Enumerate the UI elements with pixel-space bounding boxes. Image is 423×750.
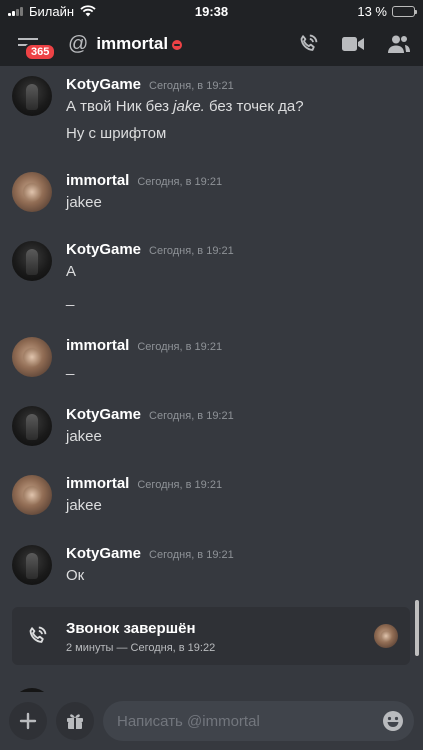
- menu-button[interactable]: 365: [18, 29, 57, 61]
- unread-badge: 365: [24, 43, 57, 61]
- avatar[interactable]: [12, 406, 52, 446]
- status-right: 13 %: [357, 3, 417, 19]
- add-attachment-button[interactable]: [9, 702, 47, 740]
- avatar[interactable]: [12, 241, 52, 281]
- wifi-icon: [80, 5, 96, 17]
- message-group: immortal Сегодня, в 19:21 jakee: [12, 172, 407, 212]
- avatar[interactable]: [12, 172, 52, 212]
- call-title: Звонок завершён: [66, 620, 196, 637]
- message-text: Ну с шрифтом: [66, 125, 167, 142]
- message-text: _: [66, 359, 75, 376]
- message-time: Сегодня, в 19:21: [149, 410, 234, 422]
- signal-icon: [8, 6, 23, 16]
- message-group: immortal Сегодня, в 19:21 _: [12, 337, 407, 377]
- message-input-wrap: [103, 701, 414, 741]
- gift-icon: [67, 714, 83, 729]
- status-left: Билайн: [8, 4, 96, 19]
- message-group: KotyGame Сегодня, в 19:21 А твой Ник без …: [12, 76, 407, 142]
- author-name[interactable]: immortal: [66, 172, 129, 189]
- message-text: А твой Ник без jake. без точек да?: [66, 98, 304, 115]
- message-group: KotyGame Сегодня, в 19:21 А _: [12, 241, 407, 307]
- author-name[interactable]: KotyGame: [66, 241, 141, 258]
- message-group: immortal Сегодня, в 19:21 jakee: [12, 475, 407, 515]
- message-time: Сегодня, в 19:21: [149, 245, 234, 257]
- battery-icon: [392, 5, 417, 17]
- composer: [0, 692, 423, 750]
- header-actions: [297, 33, 411, 55]
- channel-header: 365 @ immortal: [0, 22, 423, 66]
- avatar[interactable]: [12, 337, 52, 377]
- message-text: jakee: [66, 428, 102, 445]
- avatar[interactable]: [12, 545, 52, 585]
- message-text: jakee: [66, 497, 102, 514]
- gift-button[interactable]: [56, 702, 94, 740]
- author-name[interactable]: KotyGame: [66, 76, 141, 93]
- avatar[interactable]: [12, 76, 52, 116]
- avatar[interactable]: [12, 475, 52, 515]
- message-time: Сегодня, в 19:21: [149, 549, 234, 561]
- call-ended-card[interactable]: Звонок завершён 2 минуты — Сегодня, в 19…: [12, 607, 410, 665]
- message-time: Сегодня, в 19:21: [137, 176, 223, 188]
- members-icon[interactable]: [387, 34, 411, 54]
- call-icon[interactable]: [297, 33, 319, 55]
- emoji-icon[interactable]: [382, 710, 404, 732]
- video-icon[interactable]: [341, 35, 365, 53]
- clock: 19:38: [194, 3, 229, 19]
- call-subtitle: 2 минуты — Сегодня, в 19:22: [66, 642, 216, 654]
- message-text: _: [66, 290, 75, 307]
- message-text: jakee: [66, 194, 102, 211]
- at-icon: @: [68, 32, 89, 55]
- message-group: KotyGame Сегодня, в 19:21 Ок: [12, 545, 407, 585]
- message-time: Сегодня, в 19:21: [137, 341, 223, 353]
- carrier-name: Билайн: [29, 3, 75, 19]
- author-name[interactable]: immortal: [66, 475, 129, 492]
- participant-avatar: [374, 624, 398, 648]
- battery-percent: 13 %: [357, 3, 387, 19]
- author-name[interactable]: KotyGame: [66, 406, 141, 423]
- scrollbar[interactable]: [415, 600, 419, 656]
- message-input[interactable]: [103, 701, 414, 741]
- message-list[interactable]: KotyGame Сегодня, в 19:21 А твой Ник без …: [0, 66, 423, 692]
- dnd-status-icon: [172, 40, 183, 50]
- message-time: Сегодня, в 19:21: [137, 479, 223, 491]
- message-group: KotyGame Сегодня, в 19:21 jakee: [12, 406, 407, 446]
- message-text: А: [66, 263, 77, 280]
- channel-title: immortal: [96, 34, 169, 53]
- message-time: Сегодня, в 19:21: [149, 80, 234, 92]
- plus-icon: [19, 712, 37, 730]
- author-name[interactable]: KotyGame: [66, 545, 141, 562]
- status-bar: Билайн 19:38 13 %: [0, 0, 423, 22]
- message-text: Ок: [66, 567, 85, 584]
- author-name[interactable]: immortal: [66, 337, 129, 354]
- call-ended-icon: [29, 626, 47, 643]
